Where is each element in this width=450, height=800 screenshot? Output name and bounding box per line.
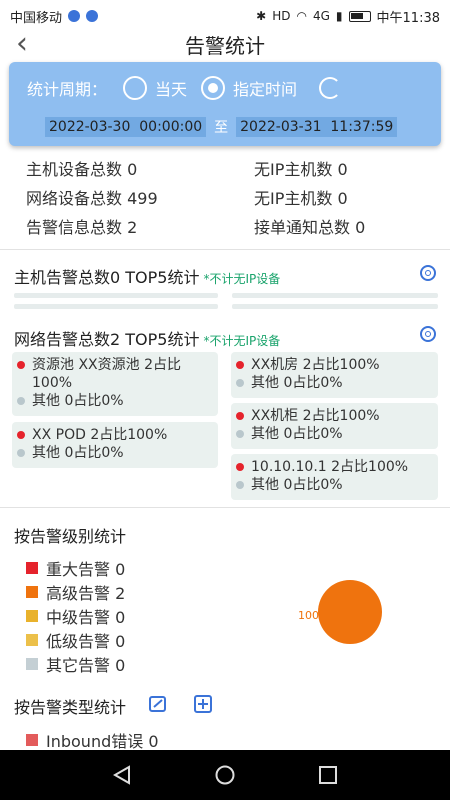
no-ip-host-count-2: 无IP主机数 0	[254, 189, 348, 208]
system-nav-bar	[0, 750, 450, 800]
top5-card-room[interactable]: XX机房 2占比100% 其他 0占比0%	[231, 352, 438, 398]
page-title: 告警统计	[185, 34, 265, 58]
range-separator: 至	[214, 120, 229, 136]
gray-dot-icon	[17, 449, 25, 457]
count-row: 网络设备总数 499 无IP主机数 0	[26, 185, 436, 214]
network-device-count: 网络设备总数 499	[26, 189, 158, 208]
legend-swatch	[26, 562, 38, 574]
summary-counts: 主机设备总数 0 无IP主机数 0 网络设备总数 499 无IP主机数 0 告警…	[26, 156, 436, 243]
battery-icon	[348, 10, 371, 22]
nav-recents-icon[interactable]	[317, 764, 339, 786]
legend-item-high: 高级告警 2	[26, 580, 125, 604]
legend-item-low: 低级告警 0	[26, 628, 125, 652]
add-icon[interactable]	[193, 694, 213, 714]
wifi-icon: ◠	[296, 9, 307, 23]
legend-item-critical: 重大告警 0	[26, 556, 125, 580]
network-settings-gear-icon[interactable]	[420, 326, 436, 342]
edit-icon[interactable]	[148, 694, 168, 714]
top5-card-resource-pool[interactable]: 资源池 XX资源池 2占比100% 其他 0占比0%	[12, 352, 218, 416]
nav-back-icon[interactable]	[111, 764, 133, 786]
host-bar-placeholder	[232, 304, 438, 309]
network-section-note: *不计无IP设备	[203, 334, 281, 348]
gray-dot-icon	[236, 430, 244, 438]
top5-card-pod[interactable]: XX POD 2占比100% 其他 0占比0%	[12, 422, 218, 468]
radio-custom-range-label[interactable]: 指定时间	[233, 76, 297, 100]
pie-percent-label: 100	[298, 609, 319, 622]
order-notice-count: 接单通知总数 0	[254, 218, 366, 237]
bluetooth-icon: ✱	[256, 9, 267, 23]
host-alarm-section-title: 主机告警总数0 TOP5统计 *不计无IP设备	[14, 268, 281, 287]
sync-icon	[86, 10, 99, 22]
start-datetime-field[interactable]: 2022-03-30 00:00:00	[45, 117, 207, 137]
radio-today-label[interactable]: 当天	[155, 76, 187, 100]
legend-item-other: 其它告警 0	[26, 652, 125, 676]
no-ip-host-count: 无IP主机数 0	[254, 160, 348, 179]
top5-card-ip[interactable]: 10.10.10.1 2占比100% 其他 0占比0%	[231, 454, 438, 500]
red-dot-icon	[236, 412, 244, 420]
red-dot-icon	[17, 431, 25, 439]
hd-badge: HD	[272, 9, 291, 23]
legend-item-inbound-error: Inbound错误 0	[26, 728, 159, 752]
nav-home-icon[interactable]	[214, 764, 236, 786]
red-dot-icon	[236, 361, 244, 369]
legend-swatch	[26, 658, 38, 670]
app-header: ‹ 告警统计	[0, 28, 450, 60]
hd-call-icon	[68, 10, 81, 22]
type-section-title: 按告警类型统计	[14, 698, 127, 717]
period-label: 统计周期：	[27, 80, 108, 99]
red-dot-icon	[236, 463, 244, 471]
radio-custom-range[interactable]	[201, 76, 226, 100]
network-type: 4G	[312, 9, 330, 23]
host-section-note: *不计无IP设备	[203, 272, 281, 286]
legend-item-medium: 中级告警 0	[26, 604, 125, 628]
host-settings-gear-icon[interactable]	[420, 265, 436, 281]
refresh-icon[interactable]	[319, 77, 342, 99]
signal-icon: ▮	[335, 9, 343, 23]
legend-swatch	[26, 610, 38, 622]
status-time: 中午11:38	[376, 10, 440, 26]
screen: 中国移动 ✱ HD ◠ 4G ▮ 中午11:38 ‹ 告警统计 统计周期： 当天…	[0, 0, 450, 800]
count-row: 主机设备总数 0 无IP主机数 0	[26, 156, 436, 185]
radio-today[interactable]	[123, 76, 148, 100]
top5-card-cabinet[interactable]: XX机柜 2占比100% 其他 0占比0%	[231, 403, 438, 449]
legend-swatch	[26, 586, 38, 598]
red-dot-icon	[17, 361, 25, 369]
carrier-label: 中国移动	[10, 10, 63, 26]
level-pie-chart[interactable]	[318, 580, 382, 644]
level-legend: 重大告警 0 高级告警 2 中级告警 0 低级告警 0 其它告警 0	[26, 556, 125, 676]
host-bar-placeholder	[14, 293, 218, 298]
alarm-info-count: 告警信息总数 2	[26, 218, 138, 237]
end-datetime-field[interactable]: 2022-03-31 11:37:59	[236, 117, 398, 137]
gray-dot-icon	[17, 397, 25, 405]
period-panel: 统计周期： 当天 指定时间 2022-03-30 00:00:00 至 2022…	[9, 62, 441, 146]
network-alarm-section-title: 网络告警总数2 TOP5统计 *不计无IP设备	[14, 330, 281, 349]
status-bar: 中国移动 ✱ HD ◠ 4G ▮ 中午11:38	[0, 0, 450, 32]
legend-swatch	[26, 634, 38, 646]
gray-dot-icon	[236, 379, 244, 387]
divider	[0, 249, 450, 250]
host-device-count: 主机设备总数 0	[26, 160, 138, 179]
divider	[0, 507, 450, 508]
host-bar-placeholder	[14, 304, 218, 309]
gray-dot-icon	[236, 481, 244, 489]
level-section-title: 按告警级别统计	[14, 527, 127, 546]
host-bar-placeholder	[232, 293, 438, 298]
legend-swatch	[26, 734, 38, 746]
count-row: 告警信息总数 2 接单通知总数 0	[26, 214, 436, 243]
